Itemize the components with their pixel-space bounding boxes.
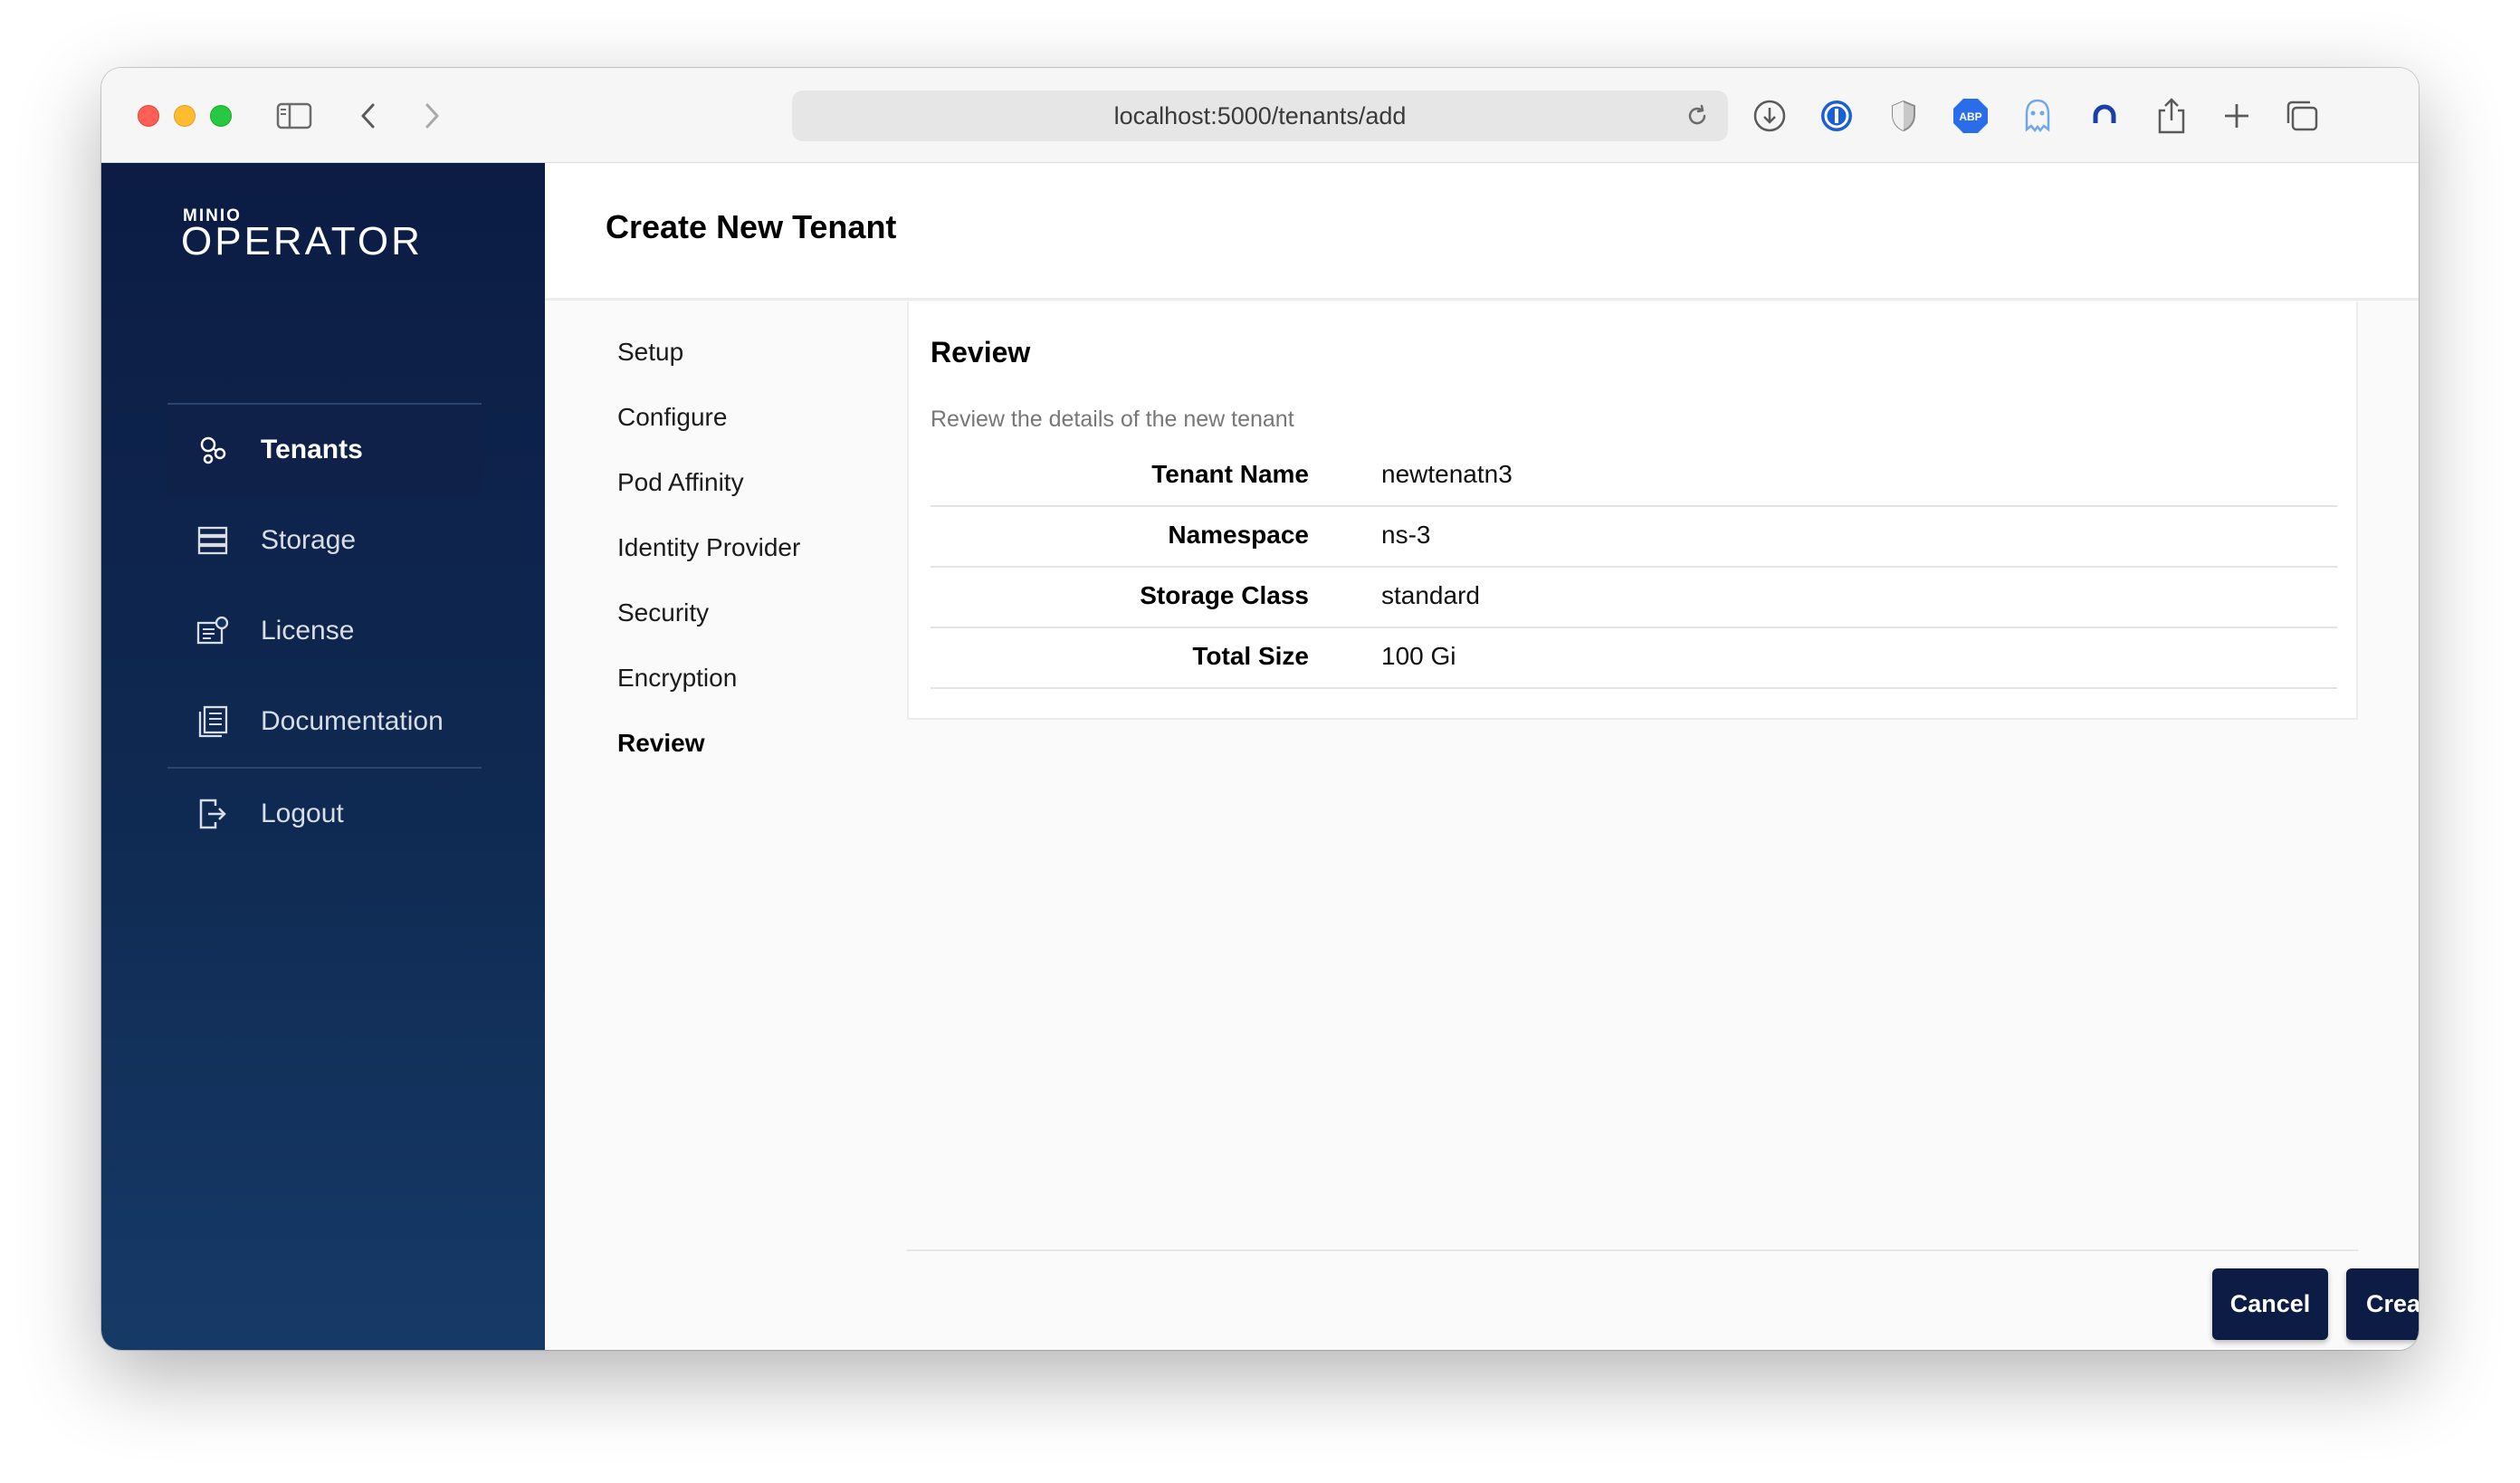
download-icon[interactable] <box>1749 95 1790 137</box>
tenants-icon <box>195 432 231 468</box>
review-subtitle: Review the details of the new tenant <box>931 407 1294 432</box>
sidebar-item-tenants[interactable]: Tenants <box>167 405 482 495</box>
row-value: 100 Gi <box>1381 642 1456 670</box>
row-label: Namespace <box>1168 521 1309 549</box>
row-value: standard <box>1381 581 1480 609</box>
adblock-icon[interactable]: ABP <box>1950 95 1991 137</box>
back-arrow-icon[interactable] <box>348 95 389 137</box>
sidebar-item-label: Storage <box>261 525 357 555</box>
review-row-total-size: Total Size 100 Gi <box>931 629 2337 689</box>
browser-toolbar: localhost:5000/tenants/add ABP <box>101 68 2419 163</box>
page-title: Create New Tenant <box>606 208 897 245</box>
sidebar-item-storage[interactable]: Storage <box>167 495 482 586</box>
shield-icon[interactable] <box>1883 95 1924 137</box>
actions-divider <box>907 1249 2358 1251</box>
logo-operator: OPERATOR <box>181 219 423 263</box>
sidebar: MINIO OPERATOR Tenants Storage License D… <box>101 163 545 1350</box>
review-row-tenant-name: Tenant Name newtenatn3 <box>931 447 2337 507</box>
sidebar-item-label: Documentation <box>261 706 444 736</box>
tabs-overview-icon[interactable] <box>2281 95 2323 137</box>
address-bar[interactable]: localhost:5000/tenants/add <box>792 91 1728 141</box>
logout-icon <box>195 796 231 832</box>
row-label: Storage Class <box>1140 581 1309 609</box>
extension-icon[interactable] <box>2084 95 2125 137</box>
review-row-namespace: Namespace ns-3 <box>931 508 2337 568</box>
forward-arrow-icon[interactable] <box>411 95 453 137</box>
cancel-button[interactable]: Cancel <box>2212 1268 2328 1340</box>
reload-icon[interactable] <box>1685 103 1710 129</box>
ghostery-icon[interactable] <box>2017 95 2058 137</box>
review-title: Review <box>931 336 1031 368</box>
row-label: Total Size <box>1192 642 1309 670</box>
row-value: ns-3 <box>1381 521 1431 549</box>
create-button[interactable]: Create <box>2346 1268 2419 1340</box>
wizard-step-review[interactable]: Review <box>617 729 705 758</box>
password-manager-icon[interactable] <box>1816 95 1857 137</box>
sidebar-item-logout[interactable]: Logout <box>167 769 482 859</box>
row-value: newtenatn3 <box>1381 460 1513 488</box>
wizard-step-configure[interactable]: Configure <box>617 403 727 432</box>
review-row-storage-class: Storage Class standard <box>931 569 2337 628</box>
documentation-icon <box>195 703 231 740</box>
zoom-window-button[interactable] <box>210 105 232 127</box>
wizard-step-encryption[interactable]: Encryption <box>617 664 737 693</box>
wizard-step-identity-provider[interactable]: Identity Provider <box>617 533 800 562</box>
license-icon <box>195 613 231 649</box>
wizard-body: Setup Configure Pod Affinity Identity Pr… <box>545 301 2419 1350</box>
wizard-step-security[interactable]: Security <box>617 598 709 627</box>
url-text: localhost:5000/tenants/add <box>1113 101 1407 129</box>
wizard-step-setup[interactable]: Setup <box>617 338 683 367</box>
adblock-label: ABP <box>1959 110 1981 123</box>
new-tab-icon[interactable] <box>2216 95 2258 137</box>
storage-icon <box>195 522 231 559</box>
review-card: Review Review the details of the new ten… <box>907 301 2358 720</box>
sidebar-item-documentation[interactable]: Documentation <box>167 676 482 767</box>
minimize-window-button[interactable] <box>174 105 196 127</box>
close-window-button[interactable] <box>138 105 159 127</box>
browser-window: localhost:5000/tenants/add ABP MINIO OPE… <box>101 68 2419 1350</box>
sidebar-item-license[interactable]: License <box>167 586 482 676</box>
share-icon[interactable] <box>2151 95 2192 137</box>
sidebar-item-label: Tenants <box>261 435 363 464</box>
page-header: Create New Tenant <box>545 163 2419 301</box>
sidebar-toggle-icon[interactable] <box>273 95 315 137</box>
sidebar-item-label: Logout <box>261 799 344 828</box>
row-label: Tenant Name <box>1151 460 1309 488</box>
wizard-step-pod-affinity[interactable]: Pod Affinity <box>617 468 744 497</box>
sidebar-item-label: License <box>261 616 355 646</box>
